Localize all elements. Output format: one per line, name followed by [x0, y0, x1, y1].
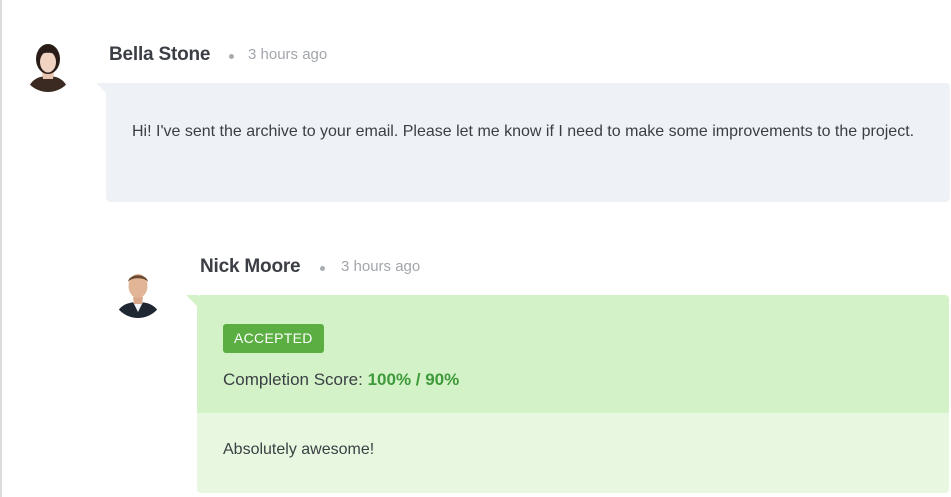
comment-text: Hi! I've sent the archive to your email.…: [132, 123, 915, 140]
completion-score: Completion Score: 100% / 90%: [223, 370, 459, 390]
separator-dot: [229, 54, 234, 59]
user-avatar-icon: [112, 266, 164, 318]
avatar-bella-stone[interactable]: [22, 40, 74, 92]
reply-text: Absolutely awesome!: [223, 441, 375, 458]
comment-author[interactable]: Bella Stone: [109, 44, 210, 66]
comment-thread: Bella Stone 3 hours ago Hi! I've sent th…: [0, 0, 951, 497]
score-label: Completion Score:: [223, 370, 363, 389]
separator-dot: [320, 266, 325, 271]
user-avatar-icon: [22, 40, 74, 92]
score-value: 100% / 90%: [367, 370, 460, 389]
status-badge: ACCEPTED: [223, 324, 324, 353]
reply-bubble: ACCEPTED Completion Score: 100% / 90% Ab…: [197, 295, 949, 493]
reply-review-section: ACCEPTED Completion Score: 100% / 90%: [197, 295, 949, 413]
reply-message-section: Absolutely awesome!: [197, 413, 949, 493]
comment-timestamp: 3 hours ago: [248, 46, 328, 63]
reply-author[interactable]: Nick Moore: [200, 256, 301, 278]
comment-bubble: Hi! I've sent the archive to your email.…: [106, 83, 950, 202]
reply-timestamp: 3 hours ago: [341, 258, 421, 275]
avatar-nick-moore[interactable]: [112, 266, 164, 318]
